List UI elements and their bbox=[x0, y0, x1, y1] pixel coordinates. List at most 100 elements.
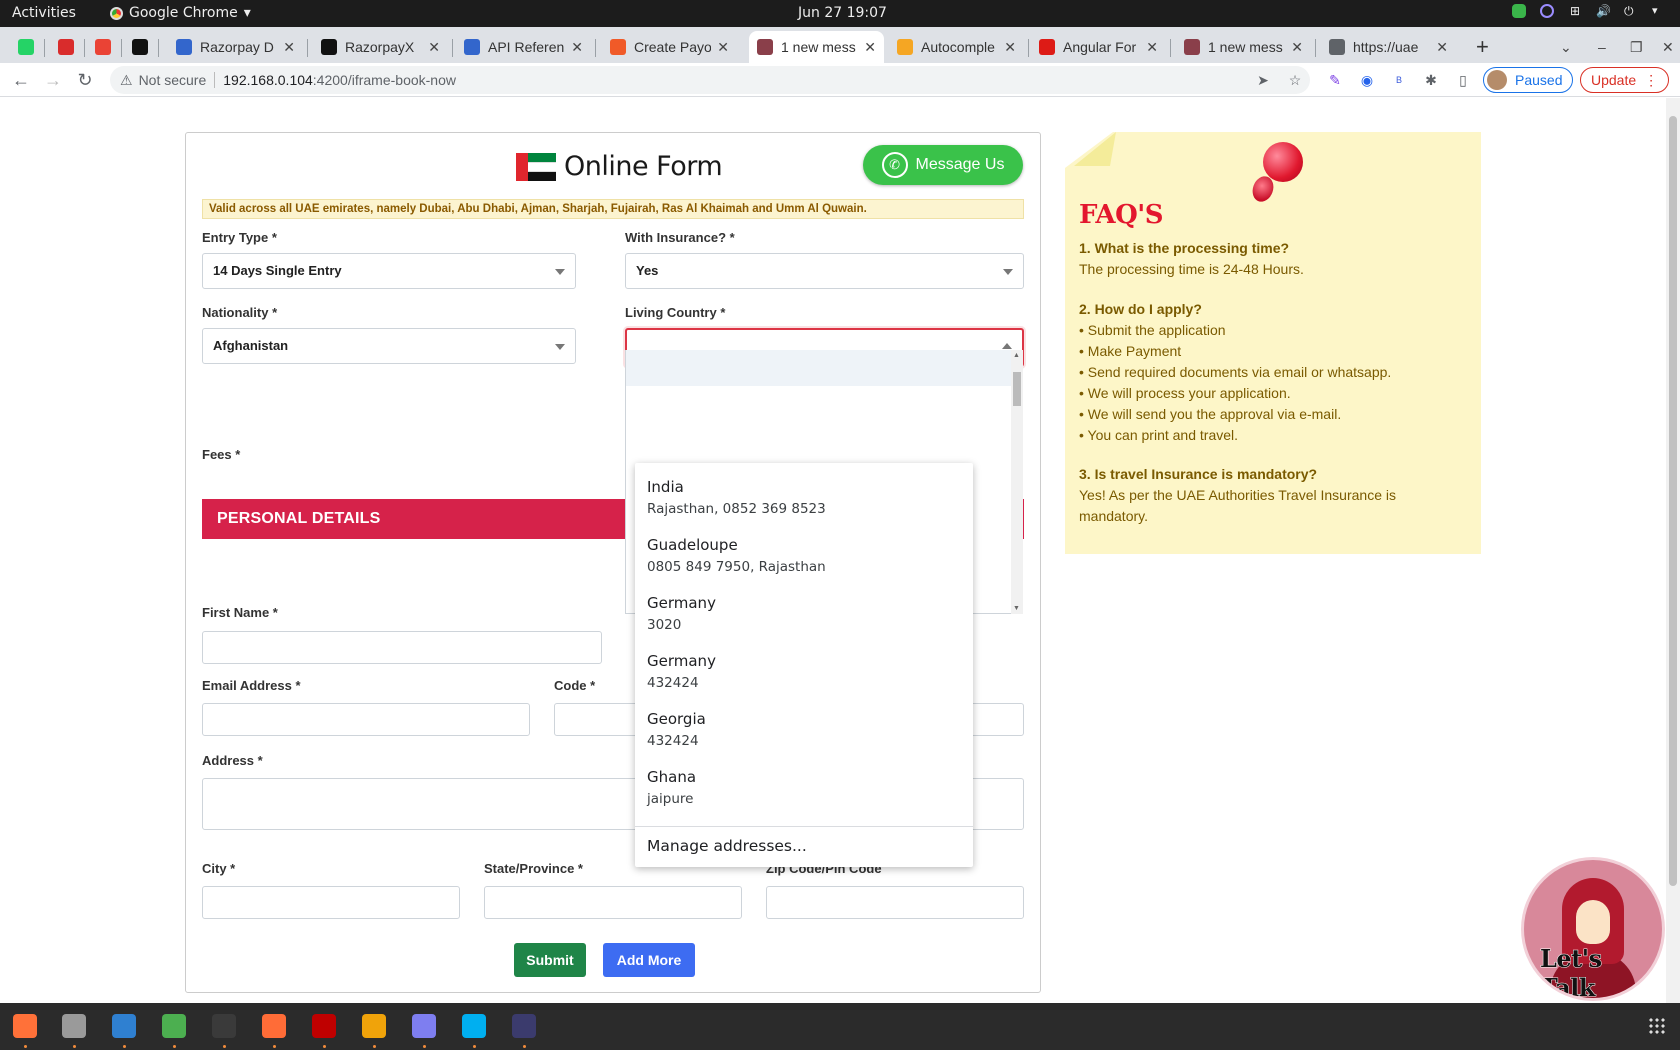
running-indicator bbox=[173, 1045, 176, 1048]
timer-icon[interactable] bbox=[412, 1014, 436, 1038]
b-extension-icon[interactable]: B bbox=[1390, 71, 1408, 89]
browser-tab[interactable]: Autocomple ✕ bbox=[889, 31, 1024, 63]
browser-tab[interactable]: RazorpayX ✕ bbox=[313, 31, 448, 63]
city-input[interactable] bbox=[202, 886, 460, 919]
tab-separator bbox=[44, 39, 45, 57]
tab-separator bbox=[595, 39, 596, 57]
manage-addresses-link[interactable]: Manage addresses... bbox=[647, 837, 807, 855]
close-tab-icon[interactable]: ✕ bbox=[1291, 39, 1303, 56]
form-title-text: Online Form bbox=[564, 151, 723, 182]
whatsapp-message-button[interactable]: ✆ Message Us bbox=[863, 145, 1023, 185]
browser-tab[interactable] bbox=[126, 31, 154, 63]
pushpin-icon bbox=[1245, 142, 1305, 205]
activities-button[interactable]: Activities bbox=[12, 5, 76, 21]
close-tab-icon[interactable]: ✕ bbox=[571, 39, 583, 56]
zip-input[interactable] bbox=[766, 886, 1024, 919]
pen-extension-icon[interactable]: ✎ bbox=[1326, 71, 1344, 89]
files-icon[interactable] bbox=[62, 1014, 86, 1038]
clock[interactable]: Jun 27 19:07 bbox=[798, 5, 887, 21]
page-scrollbar[interactable] bbox=[1666, 98, 1680, 1003]
tab-favicon-icon bbox=[464, 39, 480, 55]
first-name-label: First Name * bbox=[202, 605, 278, 620]
new-tab-button[interactable]: + bbox=[1468, 31, 1497, 63]
reload-icon[interactable]: ↻ bbox=[74, 69, 96, 91]
scrollbar-thumb[interactable] bbox=[1013, 372, 1021, 406]
skype-icon[interactable] bbox=[462, 1014, 486, 1038]
state-input[interactable] bbox=[484, 886, 742, 919]
browser-tab[interactable]: 1 new mess ✕ bbox=[749, 31, 884, 63]
send-icon[interactable]: ➤ bbox=[1254, 71, 1272, 89]
insurance-select[interactable]: Yes bbox=[625, 253, 1024, 289]
tab-favicon-icon bbox=[18, 39, 34, 55]
browser-tab[interactable]: 1 new mess ✕ bbox=[1176, 31, 1311, 63]
minimize-icon[interactable]: – bbox=[1590, 31, 1614, 63]
tab-label: RazorpayX bbox=[345, 39, 415, 55]
close-window-icon[interactable]: ✕ bbox=[1654, 31, 1680, 63]
browser-tab[interactable]: Angular For ✕ bbox=[1031, 31, 1166, 63]
address-bar[interactable]: ⚠ Not secure 192.168.0.104 :4200/iframe-… bbox=[110, 66, 1310, 94]
firefox-icon[interactable] bbox=[13, 1014, 37, 1038]
first-name-input[interactable] bbox=[202, 631, 602, 664]
maximize-icon[interactable]: ❐ bbox=[1622, 31, 1651, 63]
nationality-select[interactable]: Afghanistan bbox=[202, 328, 576, 364]
calculator-icon[interactable] bbox=[362, 1014, 386, 1038]
scroll-down-icon[interactable]: ▼ bbox=[1013, 605, 1020, 612]
autofill-option-detail: 3020 bbox=[647, 617, 682, 633]
autofill-option[interactable]: India Rajasthan, 0852 369 8523 bbox=[635, 463, 973, 521]
add-more-button[interactable]: Add More bbox=[603, 943, 695, 977]
app-name-label: Google Chrome bbox=[129, 5, 238, 21]
postman-icon[interactable] bbox=[262, 1014, 286, 1038]
show-apps-icon[interactable] bbox=[1648, 1017, 1666, 1035]
close-tab-icon[interactable]: ✕ bbox=[283, 39, 295, 56]
close-tab-icon[interactable]: ✕ bbox=[428, 39, 440, 56]
terminal-icon[interactable] bbox=[212, 1014, 236, 1038]
close-tab-icon[interactable]: ✕ bbox=[1004, 39, 1016, 56]
browser-tab[interactable]: Create Payo ✕ bbox=[602, 31, 737, 63]
update-button[interactable]: Update ⋮ bbox=[1580, 67, 1670, 93]
system-tray[interactable]: ⊞ 🔊 ⏻ ▾ bbox=[1512, 4, 1666, 18]
bookmark-star-icon[interactable]: ☆ bbox=[1286, 71, 1304, 89]
back-icon[interactable]: ← bbox=[10, 69, 32, 91]
close-tab-icon[interactable]: ✕ bbox=[1146, 39, 1158, 56]
scroll-up-icon[interactable]: ▲ bbox=[1013, 352, 1020, 359]
browser-tab[interactable] bbox=[52, 31, 80, 63]
browser-tab[interactable] bbox=[12, 31, 40, 63]
cloud-app-icon[interactable] bbox=[512, 1014, 536, 1038]
close-tab-icon[interactable]: ✕ bbox=[717, 39, 729, 56]
tab-separator bbox=[1315, 39, 1316, 57]
browser-tab[interactable] bbox=[89, 31, 117, 63]
faq-answer-2-item: • We will send you the approval via e-ma… bbox=[1079, 406, 1342, 422]
email-input[interactable] bbox=[202, 703, 530, 736]
side-panel-icon[interactable]: ▯ bbox=[1454, 71, 1472, 89]
extension-icon[interactable]: ◉ bbox=[1358, 71, 1376, 89]
browser-tab[interactable]: API Referen ✕ bbox=[456, 31, 591, 63]
close-tab-icon[interactable]: ✕ bbox=[864, 39, 876, 56]
entry-type-select[interactable]: 14 Days Single Entry bbox=[202, 253, 576, 289]
chevron-down-icon bbox=[1003, 269, 1013, 275]
vscode-icon[interactable] bbox=[112, 1014, 136, 1038]
options-scrollbar[interactable]: ▲ ▼ bbox=[1011, 350, 1023, 614]
submit-button[interactable]: Submit bbox=[514, 943, 586, 977]
tab-favicon-icon bbox=[897, 39, 913, 55]
page-scrollbar-thumb[interactable] bbox=[1669, 116, 1677, 886]
browser-tab[interactable]: Razorpay D ✕ bbox=[168, 31, 303, 63]
browser-tab[interactable]: https://uae ✕ bbox=[1321, 31, 1456, 63]
entry-type-label: Entry Type * bbox=[202, 230, 277, 245]
autofill-option[interactable]: Germany 3020 bbox=[635, 579, 973, 637]
highlighted-option[interactable] bbox=[626, 350, 1011, 386]
autofill-option[interactable]: Guadeloupe 0805 849 7950, Rajasthan bbox=[635, 521, 973, 579]
close-tab-icon[interactable]: ✕ bbox=[1436, 39, 1448, 56]
security-label[interactable]: Not secure bbox=[139, 72, 207, 88]
autofill-option[interactable]: Ghana jaipure bbox=[635, 753, 973, 811]
filezilla-icon[interactable] bbox=[312, 1014, 336, 1038]
chrome-icon[interactable] bbox=[162, 1014, 186, 1038]
lets-talk-chat-button[interactable]: Let's Talk bbox=[1524, 860, 1662, 998]
autofill-option[interactable]: Georgia 432424 bbox=[635, 695, 973, 753]
puzzle-icon[interactable]: ✱ bbox=[1422, 71, 1440, 89]
kebab-menu-icon: ⋮ bbox=[1644, 71, 1659, 88]
forward-icon[interactable]: → bbox=[42, 69, 64, 91]
tab-search-icon[interactable]: ⌄ bbox=[1552, 31, 1580, 63]
autofill-option[interactable]: Germany 432424 bbox=[635, 637, 973, 695]
profile-button[interactable]: Paused bbox=[1483, 67, 1574, 93]
app-menu[interactable]: Google Chrome ▾ bbox=[110, 5, 251, 21]
